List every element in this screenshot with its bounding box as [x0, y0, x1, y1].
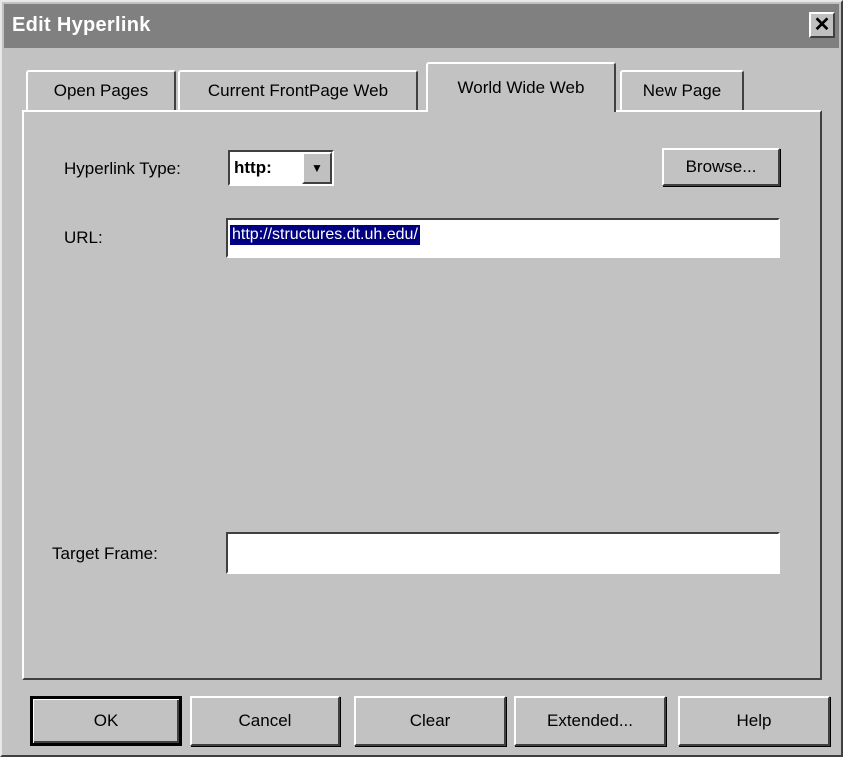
extended-button-label: Extended...	[546, 711, 633, 730]
ok-button-label: OK	[93, 711, 119, 730]
tab-world-wide-web[interactable]: World Wide Web	[426, 62, 616, 112]
browse-button-label: Browse...	[685, 157, 757, 176]
tab-open-pages[interactable]: Open Pages	[26, 70, 176, 110]
cancel-button[interactable]: Cancel	[190, 696, 340, 746]
browse-button[interactable]: Browse...	[662, 148, 780, 186]
hyperlink-type-value: http:	[234, 158, 272, 177]
edit-hyperlink-dialog: Edit Hyperlink ✕ Open Pages Current Fron…	[0, 0, 843, 757]
help-button[interactable]: Help	[678, 696, 830, 746]
tab-label: New Page	[642, 81, 722, 100]
tab-panel	[22, 110, 822, 680]
clear-button[interactable]: Clear	[354, 696, 506, 746]
tab-label: World Wide Web	[457, 78, 585, 97]
tab-label: Open Pages	[53, 81, 149, 100]
cancel-button-label: Cancel	[238, 711, 292, 730]
tab-new-page[interactable]: New Page	[620, 70, 744, 110]
url-input[interactable]: http://structures.dt.uh.edu/	[226, 218, 780, 258]
url-value: http://structures.dt.uh.edu/	[230, 225, 420, 245]
target-frame-input[interactable]	[226, 532, 780, 574]
target-frame-label: Target Frame:	[52, 544, 158, 563]
clear-button-label: Clear	[409, 711, 451, 730]
help-button-label: Help	[736, 711, 772, 730]
hyperlink-type-select[interactable]: http: ▼	[228, 150, 334, 186]
chevron-down-icon[interactable]: ▼	[302, 152, 332, 184]
dialog-title: Edit Hyperlink	[12, 14, 151, 36]
close-icon[interactable]: ✕	[809, 12, 835, 38]
title-bar: Edit Hyperlink ✕	[4, 4, 839, 48]
ok-button[interactable]: OK	[30, 696, 182, 746]
tab-current-frontpage-web[interactable]: Current FrontPage Web	[178, 70, 418, 110]
tab-label: Current FrontPage Web	[207, 81, 389, 100]
extended-button[interactable]: Extended...	[514, 696, 666, 746]
url-label: URL:	[64, 228, 103, 247]
hyperlink-type-label: Hyperlink Type:	[64, 159, 181, 178]
